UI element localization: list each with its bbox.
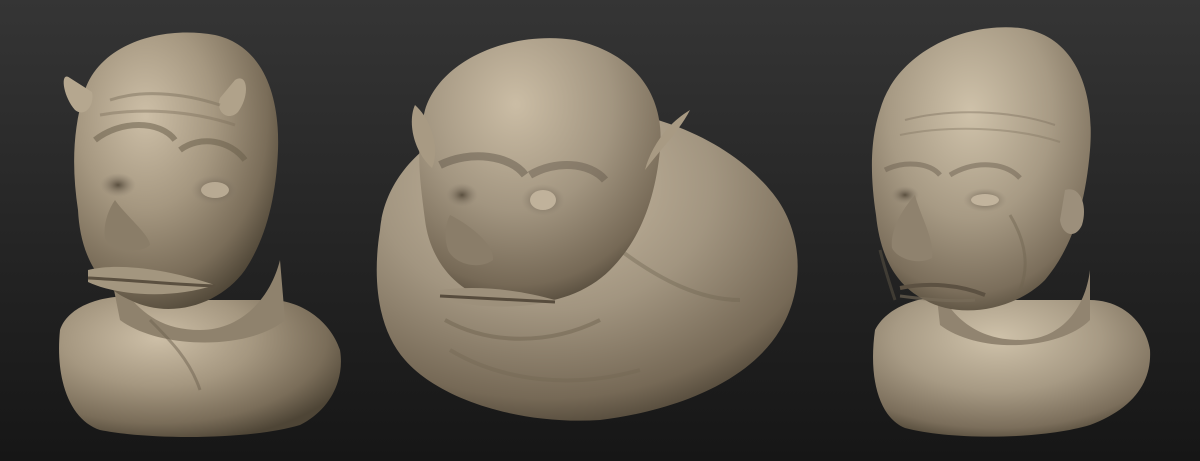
sculpt-showcase bbox=[0, 0, 1200, 461]
sculpt-render bbox=[0, 0, 1200, 461]
